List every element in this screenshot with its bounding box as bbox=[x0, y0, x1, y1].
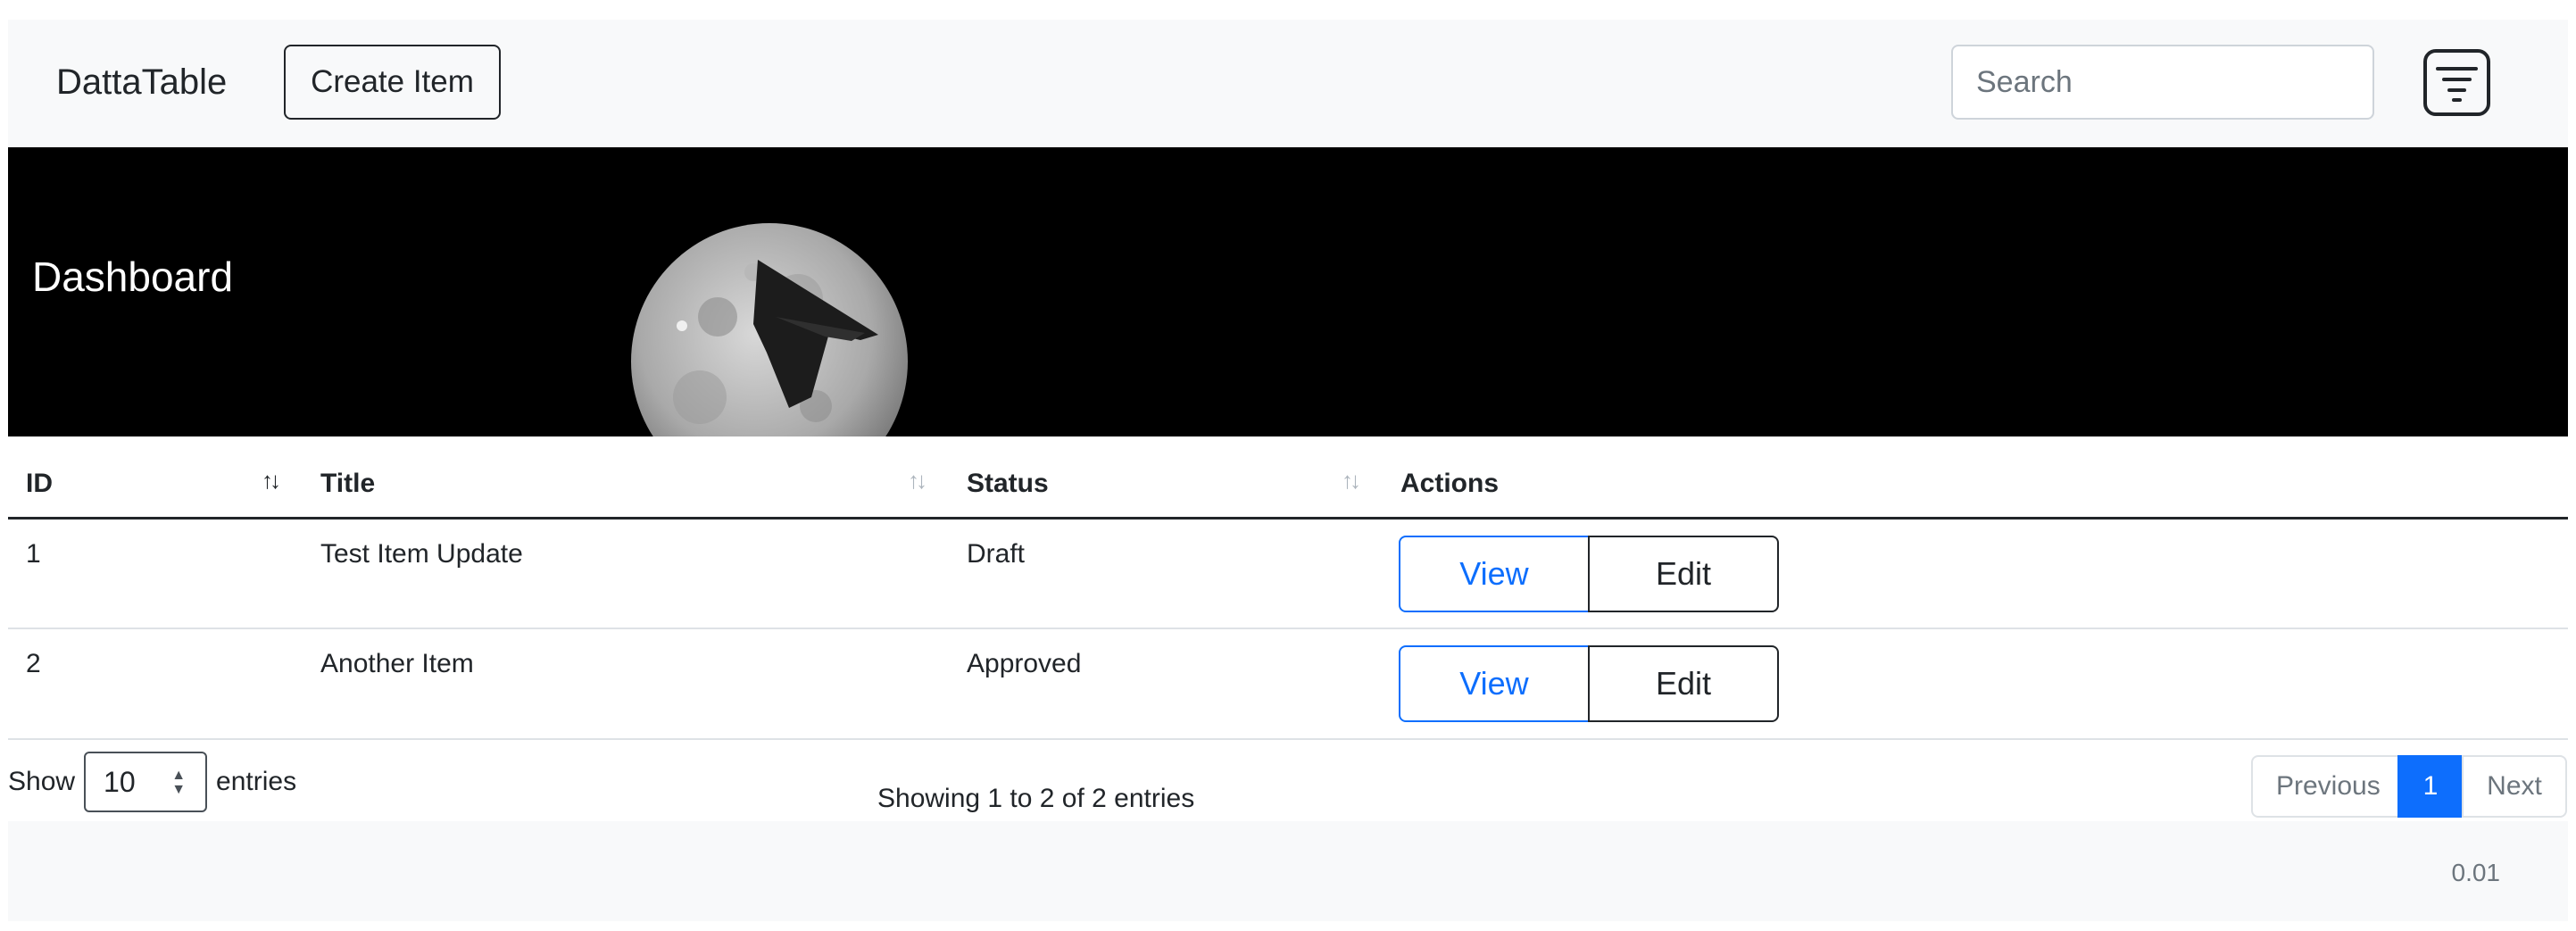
previous-page-button[interactable]: Previous bbox=[2251, 755, 2399, 818]
create-item-button[interactable]: Create Item bbox=[284, 45, 501, 120]
sort-icon[interactable]: ↑↓ bbox=[908, 467, 927, 495]
entries-per-page-select[interactable]: 10 ▲ ▼ bbox=[84, 752, 208, 812]
column-header-status[interactable]: Status ↑↓ bbox=[949, 436, 1383, 520]
cell-status: Approved bbox=[949, 628, 1383, 740]
column-header-label: Actions bbox=[1400, 469, 1500, 498]
entries-label: entries bbox=[216, 767, 297, 796]
brand-title[interactable]: DattaTable bbox=[56, 62, 227, 103]
next-page-button[interactable]: Next bbox=[2462, 755, 2567, 818]
edit-button[interactable]: Edit bbox=[1588, 535, 1779, 612]
table-row: 2 Another Item Approved View Edit bbox=[8, 628, 2568, 740]
cell-actions: View Edit bbox=[1383, 518, 2568, 629]
page-title: Dashboard bbox=[32, 254, 234, 300]
items-table: ID ↑↓ Title ↑↓ Status ↑↓ Actions 1 Test … bbox=[8, 436, 2568, 740]
version-label: 0.01 bbox=[2451, 859, 2501, 886]
cell-id: 1 bbox=[8, 518, 303, 629]
pagination: Previous 1 Next bbox=[2251, 755, 2567, 818]
table-row: 1 Test Item Update Draft View Edit bbox=[8, 518, 2568, 629]
column-header-title[interactable]: Title ↑↓ bbox=[303, 436, 949, 520]
column-header-label: Title bbox=[320, 469, 376, 498]
entries-length-control: Show 10 ▲ ▼ entries bbox=[8, 752, 296, 812]
show-label: Show bbox=[8, 767, 76, 796]
filter-icon[interactable] bbox=[2423, 49, 2490, 116]
footer: 0.01 bbox=[8, 821, 2568, 921]
view-button[interactable]: View bbox=[1399, 645, 1590, 722]
cell-id: 2 bbox=[8, 628, 303, 740]
cell-status: Draft bbox=[949, 518, 1383, 629]
page-1-button[interactable]: 1 bbox=[2397, 755, 2464, 818]
cell-actions: View Edit bbox=[1383, 628, 2568, 740]
dashboard-banner: Dashboard bbox=[8, 147, 2568, 436]
table-info: Showing 1 to 2 of 2 entries bbox=[877, 784, 1195, 813]
sort-icon[interactable]: ↑↓ bbox=[262, 467, 281, 495]
cell-title: Another Item bbox=[303, 628, 949, 740]
select-arrows-icon: ▲ ▼ bbox=[171, 768, 187, 797]
column-header-id[interactable]: ID ↑↓ bbox=[8, 436, 303, 520]
navbar: DattaTable Create Item bbox=[8, 20, 2568, 147]
edit-button[interactable]: Edit bbox=[1588, 645, 1779, 722]
table-header-row: ID ↑↓ Title ↑↓ Status ↑↓ Actions bbox=[8, 436, 2568, 520]
column-header-actions: Actions bbox=[1383, 436, 2568, 520]
select-value: 10 bbox=[104, 765, 136, 798]
row-action-group: View Edit bbox=[1399, 535, 1779, 612]
moon-bomber-image bbox=[631, 223, 908, 436]
column-header-label: Status bbox=[967, 469, 1049, 498]
cell-title: Test Item Update bbox=[303, 518, 949, 629]
view-button[interactable]: View bbox=[1399, 535, 1590, 612]
row-action-group: View Edit bbox=[1399, 645, 1779, 722]
search-input[interactable] bbox=[1951, 45, 2374, 120]
column-header-label: ID bbox=[26, 469, 53, 498]
sort-icon[interactable]: ↑↓ bbox=[1342, 467, 1361, 495]
